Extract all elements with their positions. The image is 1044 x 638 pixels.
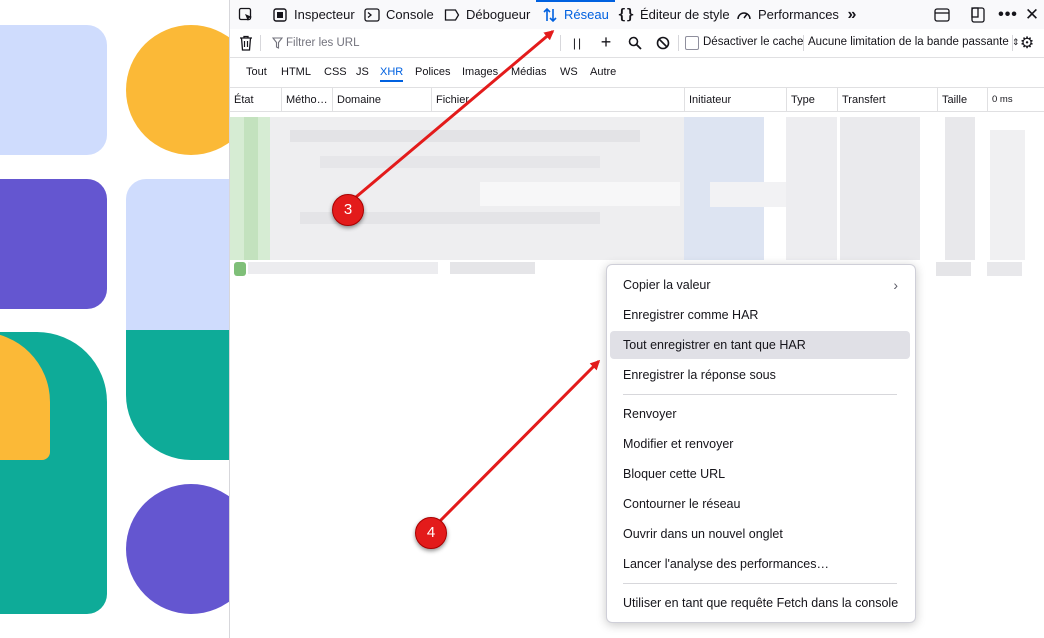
- style-editor-icon: {}: [617, 6, 635, 23]
- close-devtools-button[interactable]: ✕: [1024, 0, 1040, 29]
- trash-icon[interactable]: [238, 35, 254, 51]
- tab-style-editor[interactable]: {} Éditeur de style: [618, 0, 730, 29]
- network-icon: [542, 7, 558, 23]
- annotation-badge-3: 3: [332, 194, 364, 226]
- search-icon[interactable]: [627, 35, 643, 51]
- tab-debugger[interactable]: Débogueur: [444, 0, 530, 29]
- dock-icon: [934, 7, 950, 23]
- menu-item-block-url[interactable]: Bloquer cette URL: [610, 460, 910, 488]
- block-icon[interactable]: [655, 35, 671, 51]
- tab-console[interactable]: Console: [364, 0, 434, 29]
- tab-style-editor-label: Éditeur de style: [640, 7, 730, 22]
- type-filter-html[interactable]: HTML: [281, 66, 311, 78]
- inspector-icon: [272, 7, 288, 23]
- menu-separator: [623, 583, 897, 584]
- disable-cache-checkbox[interactable]: [685, 36, 699, 50]
- devtools-toolbar: Inspecteur Console Débogueur Réseau {} É…: [230, 0, 1044, 30]
- type-filter-xhr[interactable]: XHR: [380, 66, 404, 82]
- col-type[interactable]: Type: [786, 88, 837, 111]
- chevron-right-icon: ›: [893, 277, 898, 293]
- type-filter-ws[interactable]: WS: [560, 66, 578, 78]
- overflow-menu-button[interactable]: •••: [998, 0, 1018, 29]
- menu-item-copy-value[interactable]: Copier la valeur ›: [610, 271, 910, 299]
- tab-network[interactable]: Réseau: [536, 0, 615, 29]
- decor-purple-square: [0, 179, 107, 309]
- col-size[interactable]: Taille: [937, 88, 987, 111]
- type-filter-other[interactable]: Autre: [590, 66, 616, 78]
- decor-yellow-circle: [126, 25, 229, 155]
- throttling-select[interactable]: Aucune limitation de la bande passante ⇕: [808, 36, 1020, 48]
- type-filter-js[interactable]: JS: [356, 66, 369, 78]
- menu-item-start-performance-analysis[interactable]: Lancer l'analyse des performances…: [610, 550, 910, 578]
- col-domain[interactable]: Domaine: [332, 88, 431, 111]
- tab-network-label: Réseau: [564, 7, 609, 22]
- col-method[interactable]: Métho…: [281, 88, 332, 111]
- tab-debugger-label: Débogueur: [466, 7, 531, 22]
- tab-performance[interactable]: Performances: [736, 0, 839, 29]
- menu-separator: [623, 394, 897, 395]
- close-icon: ✕: [1024, 4, 1040, 24]
- overflow-menu-icon: •••: [998, 5, 1018, 23]
- type-filter-fonts[interactable]: Polices: [415, 66, 450, 78]
- tab-performance-label: Performances: [758, 7, 839, 22]
- decor-purple-circle: [126, 484, 229, 614]
- element-picker-button[interactable]: [238, 0, 254, 29]
- tab-inspector-label: Inspecteur: [294, 7, 355, 22]
- settings-gear-icon[interactable]: ⚙: [1019, 35, 1035, 52]
- menu-item-copy-value-label: Copier la valeur: [623, 278, 711, 292]
- more-tools-icon: »: [847, 5, 857, 23]
- request-type-filter: Tout HTML CSS JS XHR Polices Images Médi…: [230, 58, 1044, 88]
- decor-light-blue-square: [0, 25, 107, 155]
- dock-button[interactable]: [934, 0, 950, 29]
- tab-console-label: Console: [386, 7, 434, 22]
- split-window-button[interactable]: [970, 0, 986, 29]
- type-filter-images[interactable]: Images: [462, 66, 498, 78]
- webpage-background: [0, 0, 229, 638]
- plus-icon[interactable]: +: [598, 32, 614, 52]
- request-table-header: État Métho… Domaine Fichier Initiateur T…: [230, 88, 1044, 112]
- menu-item-use-as-fetch[interactable]: Utiliser en tant que requête Fetch dans …: [610, 589, 910, 617]
- context-menu: Copier la valeur › Enregistrer comme HAR…: [606, 264, 916, 623]
- pause-icon[interactable]: ||: [570, 35, 586, 51]
- menu-item-open-in-new-tab[interactable]: Ouvrir dans un nouvel onglet: [610, 520, 910, 548]
- debugger-icon: [444, 7, 460, 23]
- col-status[interactable]: État: [230, 88, 281, 111]
- console-icon: [364, 7, 380, 23]
- decor-teal-half: [126, 330, 229, 460]
- type-filter-css[interactable]: CSS: [324, 66, 347, 78]
- type-filter-all[interactable]: Tout: [246, 66, 267, 78]
- col-transfer[interactable]: Transfert: [837, 88, 937, 111]
- menu-item-save-response-as[interactable]: Enregistrer la réponse sous: [610, 361, 910, 389]
- menu-item-resend[interactable]: Renvoyer: [610, 400, 910, 428]
- menu-item-save-as-har[interactable]: Enregistrer comme HAR: [610, 301, 910, 329]
- col-file[interactable]: Fichier: [431, 88, 684, 111]
- menu-item-edit-and-resend[interactable]: Modifier et renvoyer: [610, 430, 910, 458]
- type-filter-media[interactable]: Médias: [511, 66, 546, 78]
- menu-item-save-all-as-har[interactable]: Tout enregistrer en tant que HAR: [610, 331, 910, 359]
- col-waterfall[interactable]: 0 ms: [987, 88, 1044, 111]
- disable-cache-label: Désactiver le cache: [703, 36, 804, 48]
- filter-urls-input[interactable]: [270, 33, 566, 53]
- more-tools-button[interactable]: »: [844, 0, 860, 29]
- decor-light-blue-rect: [126, 179, 229, 339]
- annotation-badge-4: 4: [415, 517, 447, 549]
- tab-inspector[interactable]: Inspecteur: [272, 0, 355, 29]
- element-picker-icon: [238, 7, 254, 23]
- performance-icon: [736, 7, 752, 23]
- col-initiator[interactable]: Initiateur: [684, 88, 786, 111]
- split-window-icon: [970, 6, 986, 23]
- throttling-select-value: Aucune limitation de la bande passante: [808, 36, 1009, 48]
- network-filter-bar: || + Désactiver le cache Aucune limitati…: [230, 29, 1044, 58]
- menu-item-bypass-network[interactable]: Contourner le réseau: [610, 490, 910, 518]
